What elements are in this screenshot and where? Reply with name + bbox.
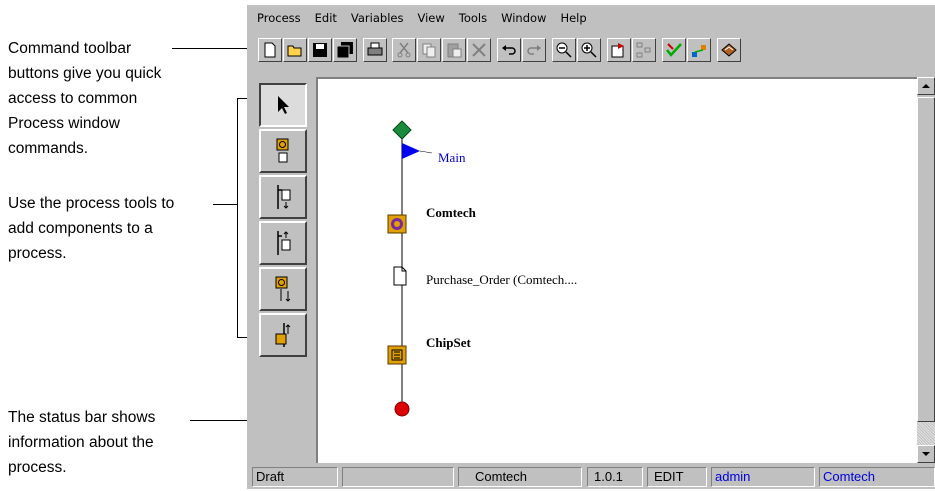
menu-help[interactable]: Help — [560, 11, 586, 25]
properties-icon — [611, 43, 624, 58]
print-icon — [367, 42, 383, 56]
menu-process[interactable]: Process — [257, 11, 301, 25]
new-button[interactable] — [258, 38, 282, 62]
zoom-in-icon — [581, 42, 597, 58]
chipset-label: ChipSet — [426, 335, 471, 350]
print-button[interactable] — [363, 38, 387, 62]
menu-edit[interactable]: Edit — [315, 11, 337, 25]
tools-annotation: Use the process tools to add components … — [8, 195, 175, 262]
arrow-up-icon — [922, 84, 930, 88]
select-tool[interactable] — [259, 83, 307, 127]
command-toolbar — [255, 38, 935, 64]
toolbar-annotation: Command toolbar buttons give you quick a… — [8, 40, 162, 157]
chipset-activity-icon[interactable] — [387, 345, 407, 365]
document-icon[interactable] — [393, 266, 407, 286]
branch-down-tool[interactable] — [259, 175, 307, 219]
validate-button[interactable] — [662, 38, 686, 62]
menu-variables[interactable]: Variables — [351, 11, 404, 25]
arrow-down-icon — [922, 452, 930, 456]
properties-button[interactable] — [607, 38, 631, 62]
select-arrow-icon — [278, 96, 289, 114]
open-button[interactable] — [283, 38, 307, 62]
subprocess-tool[interactable] — [259, 267, 307, 311]
delete-button[interactable] — [467, 38, 491, 62]
tools-bracket — [237, 98, 238, 338]
end-node-icon[interactable] — [394, 401, 410, 417]
copy-button[interactable] — [417, 38, 441, 62]
status-annotation: The status bar shows information about t… — [8, 409, 156, 476]
save-all-button[interactable] — [333, 38, 357, 62]
deploy-icon — [692, 45, 706, 57]
scroll-track[interactable] — [917, 422, 935, 445]
scroll-thumb[interactable] — [917, 97, 935, 422]
save-button[interactable] — [308, 38, 332, 62]
subprocess-tool-icon — [275, 276, 291, 302]
return-tool[interactable] — [259, 313, 307, 357]
vertical-scrollbar[interactable] — [917, 77, 935, 463]
branch-down-tool-icon — [277, 185, 291, 209]
cut-button[interactable] — [392, 38, 416, 62]
status-state: Draft — [252, 467, 338, 487]
return-tool-icon — [275, 323, 291, 347]
redo-button[interactable] — [522, 38, 546, 62]
branch-up-tool[interactable] — [259, 221, 307, 265]
undo-button[interactable] — [497, 38, 521, 62]
layout-icon — [636, 42, 651, 58]
start-label: Main — [438, 150, 466, 165]
book-icon — [721, 43, 737, 57]
paste-button[interactable] — [442, 38, 466, 62]
validate-icon — [666, 43, 682, 57]
status-mode: EDIT — [647, 467, 707, 487]
save-icon — [313, 43, 327, 57]
deploy-button[interactable] — [687, 38, 711, 62]
menu-window[interactable]: Window — [501, 11, 546, 25]
toolbar-leader-line — [172, 48, 256, 49]
layout-button[interactable] — [632, 38, 656, 62]
book-button[interactable] — [717, 38, 741, 62]
save-all-icon — [336, 42, 353, 59]
activity-tool[interactable] — [259, 129, 307, 173]
delete-icon — [472, 43, 486, 57]
menu-tools[interactable]: Tools — [459, 11, 487, 25]
comtech-label: Comtech — [426, 205, 476, 220]
process-canvas[interactable]: Main Comtech Purchase_Order (Comtech....… — [316, 77, 917, 463]
menu-bar: Process Edit Variables View Tools Window… — [247, 5, 935, 31]
zoom-out-icon — [556, 42, 572, 58]
status-bar: Draft Comtech 1.0.1 EDIT admin Comtech — [252, 467, 935, 487]
status-empty — [342, 467, 454, 487]
status-version: 1.0.1 — [587, 467, 643, 487]
document-label: Purchase_Order (Comtech.... — [426, 272, 578, 287]
status-user: admin — [711, 467, 815, 487]
zoom-out-button[interactable] — [552, 38, 576, 62]
process-diagram — [387, 120, 433, 417]
menu-view[interactable]: View — [417, 11, 444, 25]
redo-icon — [527, 45, 541, 55]
paste-icon — [447, 43, 462, 58]
copy-icon — [422, 43, 436, 58]
cut-icon — [397, 42, 411, 58]
comtech-activity-icon[interactable] — [387, 214, 407, 234]
scroll-down-button[interactable] — [917, 445, 935, 463]
undo-icon — [502, 45, 516, 55]
zoom-in-button[interactable] — [577, 38, 601, 62]
tools-leader-line — [213, 204, 238, 205]
process-window: Process Edit Variables View Tools Window… — [247, 5, 935, 489]
activity-tool-icon — [276, 138, 289, 163]
main-flag-icon — [402, 143, 420, 159]
start-node-icon[interactable] — [392, 120, 412, 140]
branch-up-tool-icon — [277, 231, 291, 255]
scroll-up-button[interactable] — [917, 77, 935, 95]
open-icon — [287, 45, 302, 57]
status-organization: Comtech — [819, 467, 935, 487]
new-icon — [264, 42, 276, 58]
status-process: Comtech — [458, 467, 582, 487]
